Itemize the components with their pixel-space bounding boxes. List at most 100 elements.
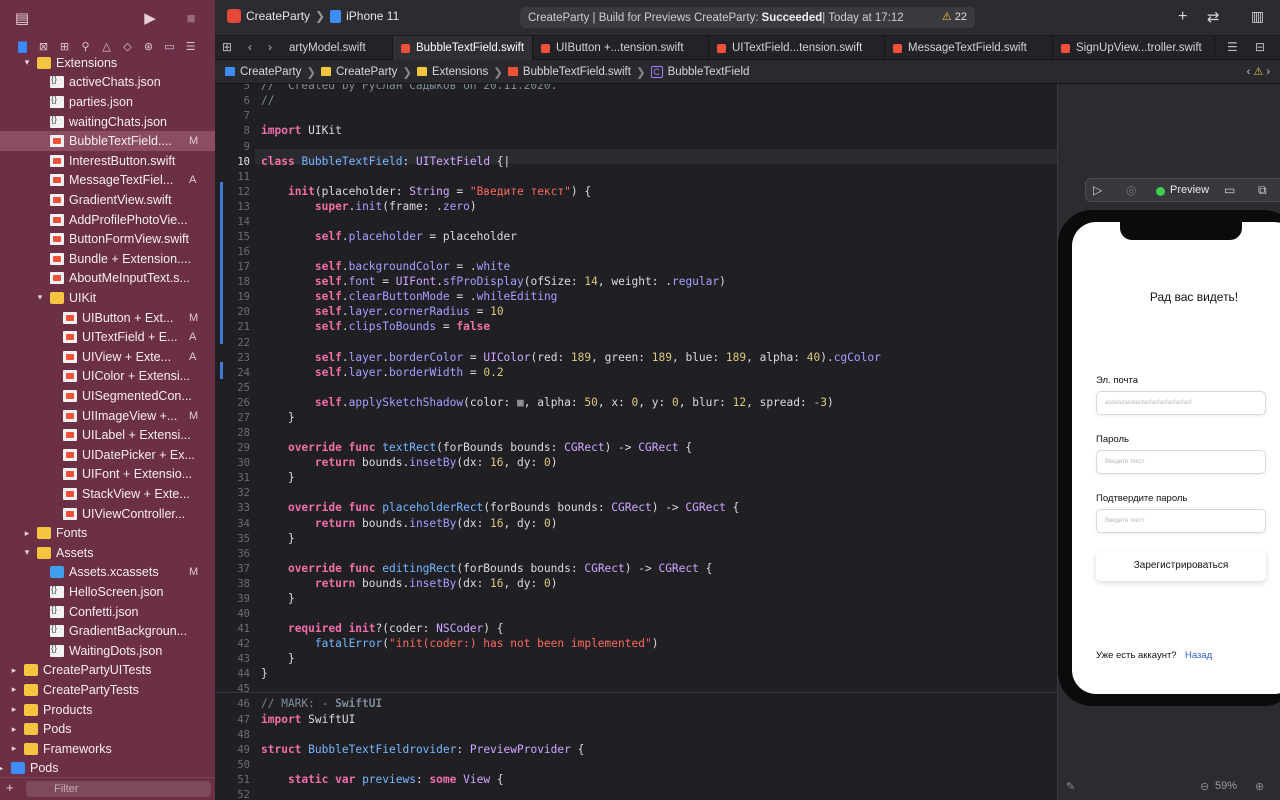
register-button[interactable]: Зарегистрироваться	[1096, 551, 1266, 581]
navigator-item[interactable]: HelloScreen.json	[0, 582, 215, 602]
code-line[interactable]: override func placeholderRect(forBounds …	[261, 501, 739, 514]
breakpoint-icon[interactable]: ▭	[159, 38, 180, 54]
code-line[interactable]: override func editingRect(forBounds boun…	[261, 562, 712, 575]
code-line[interactable]: self.placeholder = placeholder	[261, 230, 517, 243]
report-icon[interactable]: ☰	[180, 38, 201, 54]
add-icon[interactable]: +	[6, 780, 14, 795]
code-line[interactable]: self.clearButtonMode = .whileEditing	[261, 290, 558, 303]
navigator-item[interactable]: ▾ Assets	[0, 543, 215, 563]
sidebar-toggle-icon[interactable]: ▤	[12, 8, 32, 28]
debug-preview-icon[interactable]: ◎	[1126, 183, 1136, 197]
issue-icon[interactable]: △	[96, 38, 117, 54]
navigator-item[interactable]: ▸ Frameworks	[0, 739, 215, 759]
navigator-item[interactable]: ▾ Extensions	[0, 53, 215, 73]
inspector-toggle-icon[interactable]: ▥	[1251, 8, 1264, 25]
confirm-password-field[interactable]: Введите текст	[1096, 509, 1266, 533]
duplicate-preview-icon[interactable]: ⧉	[1258, 183, 1267, 198]
navigator-item[interactable]: UITextField + E... A	[0, 327, 215, 347]
breadcrumb-item[interactable]: BubbleTextField	[668, 66, 750, 78]
code-line[interactable]: }	[261, 411, 295, 424]
navigator-item[interactable]: ▸ CreatePartyUITests	[0, 661, 215, 681]
code-line[interactable]: super.init(frame: .zero)	[261, 200, 477, 213]
test-icon[interactable]: ◇	[117, 38, 138, 54]
editor-options-icon[interactable]: ☰	[1227, 40, 1238, 54]
source-editor[interactable]: 5 6 7 8 9 10 11 12 13 14 15 16 17 18 19 20 21 22 23 24 25 26 2…	[215, 84, 1057, 800]
code-line[interactable]: class BubbleTextField: UITextField {|	[261, 155, 510, 168]
chevron-right-icon[interactable]: ▸	[22, 528, 32, 539]
symbol-icon[interactable]: ⊞	[54, 38, 75, 54]
chevron-right-icon[interactable]: ▸	[9, 665, 19, 676]
navigator-item[interactable]: AboutMeInputText.s...	[0, 269, 215, 289]
code-line[interactable]: self.layer.cornerRadius = 10	[261, 305, 504, 318]
device-settings-icon[interactable]: ▭	[1224, 183, 1235, 197]
code-line[interactable]: import SwiftUI	[261, 713, 355, 726]
navigator-item[interactable]: UISegmentedCon...	[0, 386, 215, 406]
scheme-selector[interactable]: CreateParty ❯ iPhone 11	[227, 9, 399, 23]
navigator-item[interactable]: UIViewController...	[0, 504, 215, 524]
tab-artymodel[interactable]: artyModel.swift	[281, 36, 393, 60]
add-library-icon[interactable]: +	[1178, 8, 1187, 26]
code-line[interactable]: return bounds.insetBy(dx: 16, dy: 0)	[261, 577, 558, 590]
run-icon[interactable]: ▶	[140, 8, 160, 28]
code-line[interactable]: return bounds.insetBy(dx: 16, dy: 0)	[261, 456, 558, 469]
navigator-item[interactable]: UIButton + Ext... M	[0, 308, 215, 328]
navigator-item[interactable]: Assets.xcassets M	[0, 563, 215, 583]
breadcrumb-item[interactable]: BubbleTextField.swift	[523, 66, 631, 78]
pin-icon[interactable]: ✎	[1066, 780, 1075, 793]
code-line[interactable]: import UIKit	[261, 124, 342, 137]
code-line[interactable]: }	[261, 471, 295, 484]
filter-input[interactable]: Filter	[26, 781, 211, 797]
zoom-in-icon[interactable]: ⊕	[1255, 780, 1264, 793]
code-line[interactable]: self.clipsToBounds = false	[261, 320, 490, 333]
code-line[interactable]: required init?(coder: NSCoder) {	[261, 622, 504, 635]
debug-icon[interactable]: ⊛	[138, 38, 159, 54]
back-link[interactable]: Назад	[1185, 650, 1212, 661]
breadcrumb-item[interactable]: Extensions	[432, 66, 488, 78]
code-line[interactable]: //	[261, 94, 274, 107]
navigator-item[interactable]: ButtonFormView.swift	[0, 229, 215, 249]
tab-uibutton-extension[interactable]: UIButton +...tension.swift	[533, 36, 709, 60]
chevron-right-icon[interactable]: ▸	[9, 743, 19, 754]
navigator-item[interactable]: StackView + Exte...	[0, 484, 215, 504]
chevron-right-icon[interactable]: ▸	[0, 763, 6, 774]
code-line[interactable]: self.applySketchShadow(color: ■, alpha: …	[261, 396, 834, 409]
tab-signupviewcontroller[interactable]: SignUpView...troller.swift	[1053, 36, 1215, 60]
zoom-out-icon[interactable]: ⊖	[1200, 780, 1209, 793]
code-line[interactable]: static var previews: some View {	[261, 773, 504, 786]
code-line[interactable]: self.backgroundColor = .white	[261, 260, 510, 273]
source-control-icon[interactable]: ⊠	[33, 38, 54, 54]
chevron-right-icon[interactable]: ▸	[9, 684, 19, 695]
navigator-item[interactable]: ▸ Pods	[0, 759, 215, 779]
warnings-badge[interactable]: ⚠ 22	[942, 10, 967, 23]
navigator-item[interactable]: UILabel + Extensi...	[0, 425, 215, 445]
navigator-item[interactable]: UIView + Exte... A	[0, 347, 215, 367]
live-preview-icon[interactable]: ▷	[1093, 183, 1102, 197]
navigator-item[interactable]: MessageTextFiel... A	[0, 171, 215, 191]
grid-icon[interactable]: ⊞	[222, 40, 232, 54]
navigator-item[interactable]: GradientView.swift	[0, 190, 215, 210]
code-line[interactable]: }	[261, 667, 268, 680]
code-line[interactable]: init(placeholder: String = "Введите текс…	[261, 185, 591, 198]
navigator-item[interactable]: ▸ Fonts	[0, 523, 215, 543]
code-line[interactable]: // MARK: - SwiftUI	[261, 697, 382, 710]
breadcrumb-item[interactable]: CreateParty	[240, 66, 301, 78]
code-line[interactable]: // Created by Руслан Садыков on 20.11.20…	[261, 84, 557, 92]
code-line[interactable]: }	[261, 652, 295, 665]
chevron-down-icon[interactable]: ▾	[22, 57, 32, 68]
navigator-item[interactable]: ▸ Products	[0, 700, 215, 720]
forward-icon[interactable]: ›	[268, 40, 272, 54]
code-line[interactable]: fatalError("init(coder:) has not been im…	[261, 637, 659, 650]
navigator-item[interactable]: UIColor + Extensi...	[0, 367, 215, 387]
navigator-item[interactable]: UIDatePicker + Ex...	[0, 445, 215, 465]
navigator-item[interactable]: AddProfilePhotoVie...	[0, 210, 215, 230]
folder-icon[interactable]: ▇	[12, 38, 33, 54]
chevron-down-icon[interactable]: ▾	[35, 292, 45, 303]
navigator-item[interactable]: InterestButton.swift	[0, 151, 215, 171]
email-field[interactable]: asdasdasdasdasfasfasfasfasfasf	[1096, 391, 1266, 415]
code-line[interactable]: }	[261, 532, 295, 545]
navigator-item[interactable]: Bundle + Extension....	[0, 249, 215, 269]
find-icon[interactable]: ⚲	[75, 38, 96, 54]
breadcrumb-item[interactable]: CreateParty	[336, 66, 397, 78]
navigator-item[interactable]: parties.json	[0, 92, 215, 112]
zoom-level[interactable]: 59%	[1215, 780, 1237, 792]
